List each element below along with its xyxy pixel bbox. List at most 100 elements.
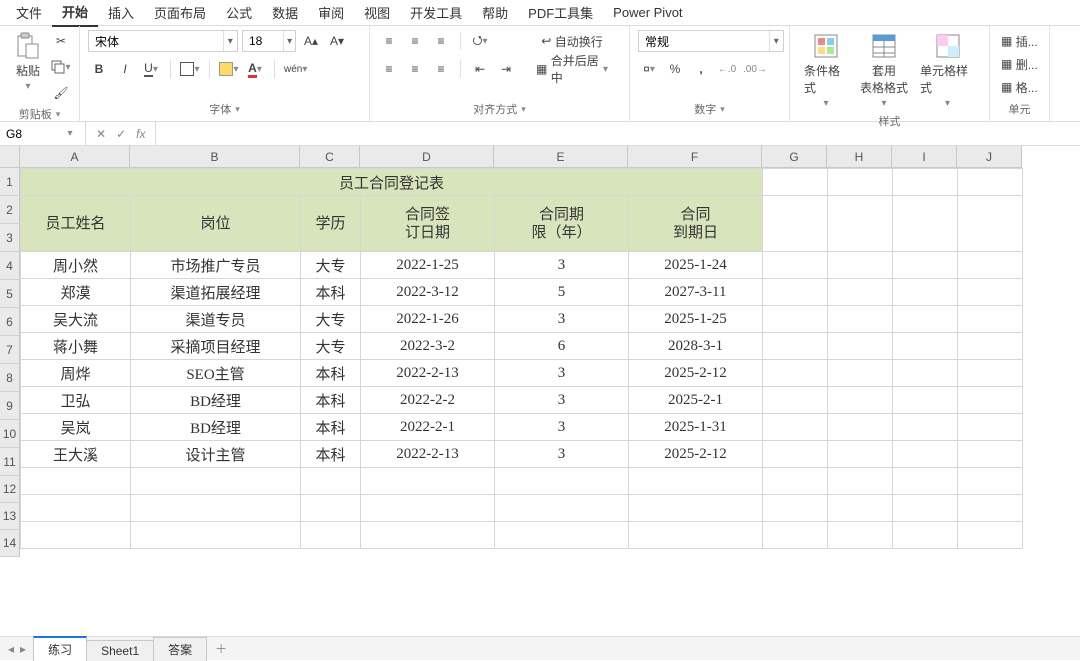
row-header-1[interactable]: 1	[0, 168, 20, 196]
cell[interactable]	[958, 196, 1023, 252]
row-header-4[interactable]: 4	[0, 252, 20, 280]
comma-button[interactable]: ,	[690, 58, 712, 80]
col-header-F[interactable]: F	[628, 146, 762, 168]
row-header-7[interactable]: 7	[0, 336, 20, 364]
cell[interactable]	[828, 306, 893, 333]
col-header-H[interactable]: H	[827, 146, 892, 168]
cell[interactable]: 2022-2-13	[361, 441, 495, 468]
sheet-tab-练习[interactable]: 练习	[33, 636, 87, 661]
cell[interactable]: 市场推广专员	[131, 252, 301, 279]
cell[interactable]: 2025-2-12	[629, 441, 763, 468]
cell[interactable]	[893, 360, 958, 387]
cell[interactable]: 2027-3-11	[629, 279, 763, 306]
cell[interactable]	[629, 495, 763, 522]
bold-button[interactable]: B	[88, 58, 110, 80]
add-sheet-button[interactable]: ＋	[207, 640, 235, 657]
cell[interactable]	[893, 306, 958, 333]
col-header-cell[interactable]: 员工姓名	[21, 196, 131, 252]
cell[interactable]	[763, 333, 828, 360]
cell[interactable]: 大专	[301, 333, 361, 360]
confirm-button[interactable]: ✓	[116, 127, 126, 141]
paste-button[interactable]: 粘贴 ▾	[8, 30, 48, 94]
cell[interactable]	[828, 279, 893, 306]
cell[interactable]	[131, 468, 301, 495]
cell[interactable]	[958, 495, 1023, 522]
cell[interactable]: 3	[495, 252, 629, 279]
menu-审阅[interactable]: 审阅	[308, 0, 354, 26]
col-header-cell[interactable]: 岗位	[131, 196, 301, 252]
cell[interactable]: 2025-1-25	[629, 306, 763, 333]
table-title[interactable]: 员工合同登记表	[21, 169, 763, 196]
cell[interactable]: 卫弘	[21, 387, 131, 414]
increase-indent-button[interactable]: ⇥	[495, 58, 517, 80]
col-header-E[interactable]: E	[494, 146, 628, 168]
col-header-J[interactable]: J	[957, 146, 1022, 168]
cell[interactable]: 6	[495, 333, 629, 360]
cell[interactable]: 2025-2-12	[629, 360, 763, 387]
row-header-12[interactable]: 12	[0, 476, 20, 503]
decrease-indent-button[interactable]: ⇤	[469, 58, 491, 80]
cell[interactable]: 本科	[301, 387, 361, 414]
cell[interactable]	[301, 522, 361, 549]
col-header-D[interactable]: D	[360, 146, 494, 168]
cell[interactable]	[361, 522, 495, 549]
cell[interactable]	[893, 468, 958, 495]
sheet-tab-答案[interactable]: 答案	[153, 637, 207, 661]
cell[interactable]: 2025-1-31	[629, 414, 763, 441]
cell[interactable]	[828, 333, 893, 360]
row-header-5[interactable]: 5	[0, 280, 20, 308]
menu-开发工具[interactable]: 开发工具	[400, 0, 472, 26]
merge-center-button[interactable]: ▦ 合并后居中▾	[529, 58, 615, 80]
font-color-button[interactable]: A▾	[244, 58, 266, 80]
cell[interactable]	[893, 196, 958, 252]
cell[interactable]: 周烨	[21, 360, 131, 387]
cell[interactable]: 2022-2-1	[361, 414, 495, 441]
row-header-11[interactable]: 11	[0, 448, 20, 476]
tab-last-button[interactable]: ▸	[20, 642, 26, 656]
align-right-button[interactable]: ≡	[430, 58, 452, 80]
cell[interactable]: 设计主管	[131, 441, 301, 468]
currency-button[interactable]: ¤▾	[638, 58, 660, 80]
chevron-down-icon[interactable]: ▾	[283, 31, 295, 51]
sheet-tab-Sheet1[interactable]: Sheet1	[86, 640, 154, 661]
cell[interactable]	[958, 252, 1023, 279]
cell[interactable]: 王大溪	[21, 441, 131, 468]
cell[interactable]	[763, 522, 828, 549]
cell[interactable]	[958, 522, 1023, 549]
copy-button[interactable]: ▾	[50, 56, 72, 78]
wrap-text-button[interactable]: ↩ 自动换行	[529, 30, 615, 52]
chevron-down-icon[interactable]: ▾	[62, 128, 78, 139]
fx-button[interactable]: fx	[136, 127, 145, 141]
cell[interactable]	[958, 468, 1023, 495]
insert-cells-button[interactable]: ▦ 插...	[998, 30, 1041, 52]
delete-cells-button[interactable]: ▦ 删...	[998, 53, 1041, 75]
orientation-button[interactable]: ⭯▾	[469, 30, 491, 52]
cell[interactable]: SEO主管	[131, 360, 301, 387]
cell[interactable]	[763, 414, 828, 441]
cell[interactable]	[828, 495, 893, 522]
cell[interactable]: 5	[495, 279, 629, 306]
row-header-2[interactable]: 2	[0, 196, 20, 224]
format-as-table-button[interactable]: 套用 表格格式▾	[854, 30, 914, 111]
cell[interactable]: 周小然	[21, 252, 131, 279]
align-center-button[interactable]: ≡	[404, 58, 426, 80]
cell[interactable]	[893, 279, 958, 306]
cell[interactable]	[763, 468, 828, 495]
col-header-cell[interactable]: 合同 到期日	[629, 196, 763, 252]
cell[interactable]	[958, 279, 1023, 306]
dialog-launcher-icon[interactable]	[720, 103, 725, 115]
cancel-button[interactable]: ✕	[96, 127, 106, 141]
align-middle-button[interactable]: ≡	[404, 30, 426, 52]
font-size-input[interactable]	[243, 31, 283, 51]
cell[interactable]: 渠道拓展经理	[131, 279, 301, 306]
font-name-combo[interactable]: ▾	[88, 30, 238, 52]
cell[interactable]	[828, 196, 893, 252]
increase-font-button[interactable]: A▴	[300, 30, 322, 52]
cell[interactable]	[131, 522, 301, 549]
cut-button[interactable]: ✂	[50, 30, 72, 52]
cell[interactable]	[958, 414, 1023, 441]
cell[interactable]	[763, 441, 828, 468]
menu-页面布局[interactable]: 页面布局	[144, 0, 216, 26]
cell[interactable]	[893, 522, 958, 549]
cell[interactable]	[301, 495, 361, 522]
